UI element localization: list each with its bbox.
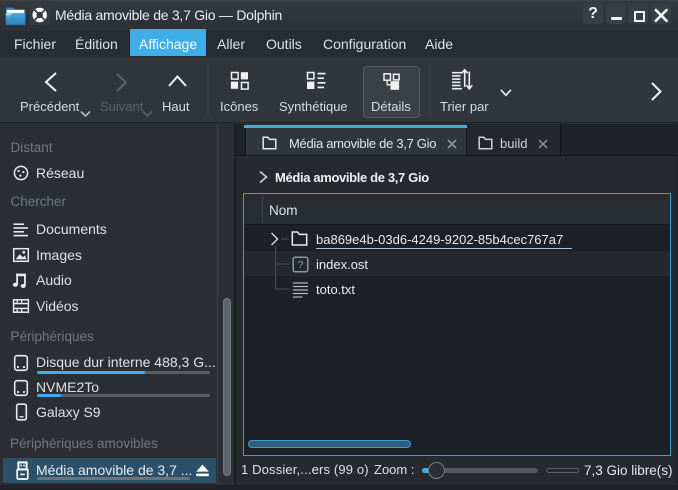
svg-text:?: ? <box>298 259 304 271</box>
